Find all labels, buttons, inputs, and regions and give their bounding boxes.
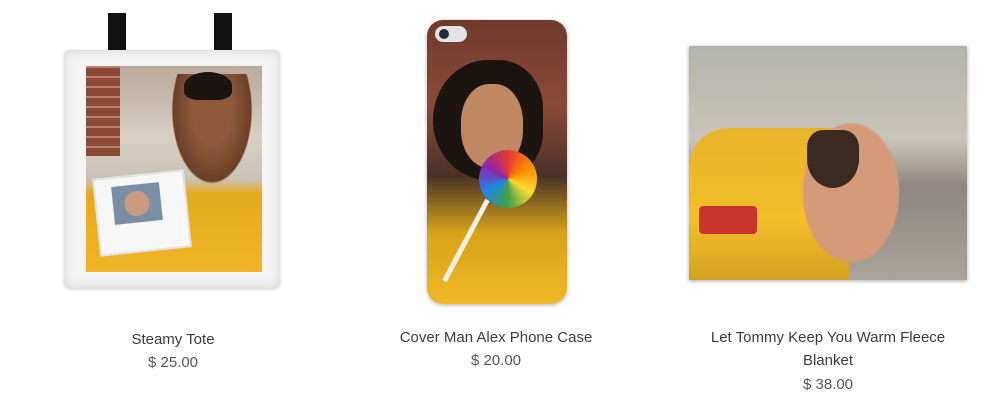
blanket-product-image[interactable] bbox=[689, 46, 967, 280]
tote-handle-right bbox=[214, 13, 232, 55]
man-figure bbox=[777, 86, 925, 280]
product-title[interactable]: Cover Man Alex Phone Case bbox=[373, 327, 619, 349]
product-price: $ 25.00 bbox=[147, 354, 199, 371]
product-price: $ 20.00 bbox=[470, 352, 522, 369]
brick-wall bbox=[86, 66, 120, 156]
lollipop bbox=[479, 150, 537, 208]
product-title[interactable]: Steamy Tote bbox=[58, 329, 288, 351]
product-price: $ 38.00 bbox=[802, 376, 854, 393]
product-title-line-1[interactable]: Let Tommy Keep You Warm Fleece bbox=[688, 327, 968, 349]
taxi-tail-light bbox=[699, 206, 757, 234]
product-title-line-2[interactable]: Blanket bbox=[688, 350, 968, 372]
phone-case-product-image[interactable] bbox=[427, 20, 567, 304]
camera-cutout bbox=[435, 26, 467, 42]
lollipop-stick bbox=[442, 198, 490, 283]
tote-photo-print bbox=[86, 66, 262, 272]
man-hair bbox=[184, 72, 232, 100]
photo-cake bbox=[92, 169, 192, 257]
tote-handle-left bbox=[108, 13, 126, 55]
tote-product-image[interactable] bbox=[64, 50, 280, 288]
man-beard bbox=[807, 130, 859, 188]
cake-face-print bbox=[111, 182, 163, 225]
